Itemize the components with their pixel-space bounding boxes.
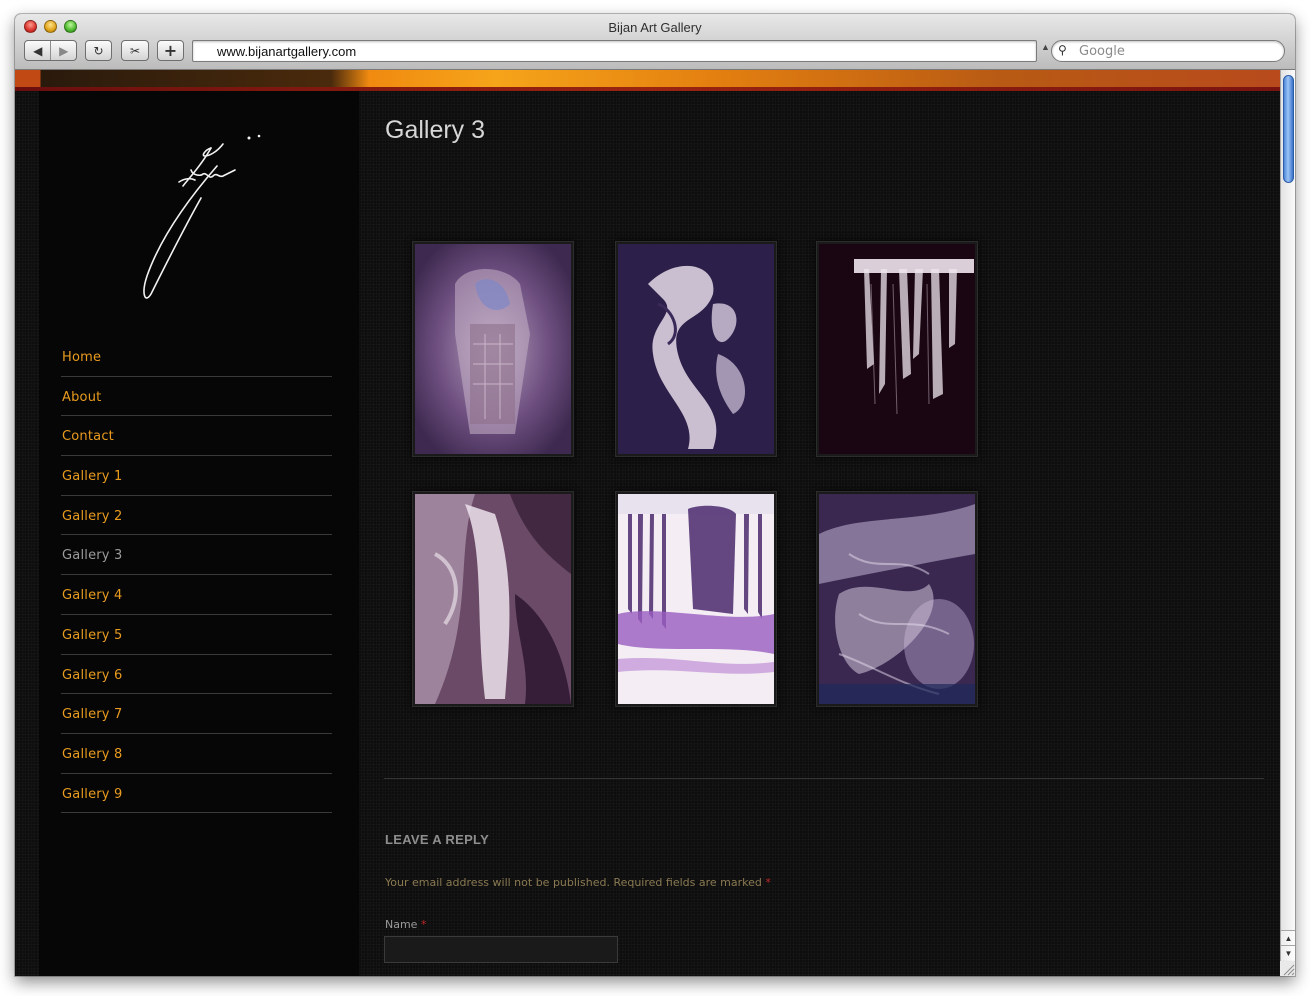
- nav-item-gallery-9[interactable]: Gallery 9: [61, 774, 332, 814]
- sidebar: Home About Contact Gallery 1 Gallery 2 G…: [39, 91, 359, 976]
- gallery-thumbnail-3[interactable]: [816, 241, 978, 457]
- painting-image: [415, 494, 571, 704]
- required-mark: *: [765, 876, 771, 889]
- nav-item-about[interactable]: About: [61, 377, 332, 417]
- search-input[interactable]: ⚲ Google: [1051, 40, 1285, 62]
- page-title: Gallery 3: [385, 116, 486, 144]
- nav-item-gallery-1[interactable]: Gallery 1: [61, 456, 332, 496]
- nav-item-gallery-2[interactable]: Gallery 2: [61, 496, 332, 536]
- add-bookmark-button[interactable]: +: [157, 40, 184, 61]
- signature-logo-icon: [143, 134, 261, 299]
- reload-icon: ↻: [93, 43, 104, 58]
- url-text: www.bijanartgallery.com: [217, 44, 357, 59]
- painting-image: [819, 244, 975, 454]
- painting-image: [415, 244, 571, 454]
- scroll-down-icon[interactable]: ▼: [1281, 945, 1295, 960]
- plus-icon: +: [163, 41, 178, 60]
- reply-note-text: Your email address will not be published…: [385, 876, 762, 889]
- name-required-mark: *: [420, 918, 427, 931]
- resize-grip-icon[interactable]: [1280, 961, 1295, 976]
- gallery-thumbnail-4[interactable]: [412, 491, 574, 707]
- address-dropdown-icon[interactable]: ▲: [1041, 42, 1050, 52]
- name-label-text: Name: [385, 918, 418, 931]
- main-navigation: Home About Contact Gallery 1 Gallery 2 G…: [61, 337, 332, 814]
- nav-item-gallery-7[interactable]: Gallery 7: [61, 694, 332, 734]
- name-label: Name *: [385, 918, 426, 931]
- nav-item-gallery-4[interactable]: Gallery 4: [61, 575, 332, 615]
- gallery-thumbnail-5[interactable]: [615, 491, 777, 707]
- gallery-thumbnail-1[interactable]: [412, 241, 574, 457]
- scroll-up-icon[interactable]: ▲: [1281, 930, 1295, 945]
- painting-image: [819, 494, 975, 704]
- gallery-thumbnail-2[interactable]: [615, 241, 777, 457]
- back-forward-buttons: ◀ ▶: [24, 40, 77, 61]
- url-field[interactable]: www.bijanartgallery.com: [192, 40, 1037, 62]
- nav-item-gallery-3[interactable]: Gallery 3: [61, 535, 332, 576]
- window-title: Bijan Art Gallery: [608, 20, 702, 35]
- scissors-icon: ✂: [129, 43, 141, 58]
- gallery-thumbnail-6[interactable]: [816, 491, 978, 707]
- reply-heading: LEAVE A REPLY: [385, 832, 490, 847]
- search-placeholder: Google: [1079, 44, 1125, 59]
- painting-image: [618, 244, 774, 454]
- nav-item-gallery-5[interactable]: Gallery 5: [61, 615, 332, 655]
- content-divider: [384, 778, 1264, 779]
- nav-item-gallery-6[interactable]: Gallery 6: [61, 655, 332, 695]
- nav-item-contact[interactable]: Contact: [61, 416, 332, 457]
- nav-item-home[interactable]: Home: [61, 337, 332, 377]
- search-icon: ⚲: [1058, 43, 1067, 57]
- nav-item-gallery-8[interactable]: Gallery 8: [61, 734, 332, 774]
- header-color-band: [15, 70, 1280, 91]
- reply-note: Your email address will not be published…: [385, 876, 771, 889]
- vertical-scrollbar[interactable]: ▲ ▼: [1280, 70, 1295, 976]
- scroll-thumb[interactable]: [1283, 75, 1294, 183]
- browser-window: Bijan Art Gallery ◀ ▶ ↻ ✂ + www.bijanart…: [15, 14, 1295, 976]
- forward-icon[interactable]: ▶: [50, 41, 76, 60]
- browser-toolbar: Bijan Art Gallery ◀ ▶ ↻ ✂ + www.bijanart…: [15, 14, 1295, 70]
- back-icon[interactable]: ◀: [25, 41, 50, 60]
- name-field[interactable]: [384, 936, 618, 963]
- web-page: Home About Contact Gallery 1 Gallery 2 G…: [15, 70, 1280, 976]
- reload-button[interactable]: ↻: [85, 40, 112, 61]
- snip-button[interactable]: ✂: [121, 40, 149, 61]
- painting-image: [618, 494, 774, 704]
